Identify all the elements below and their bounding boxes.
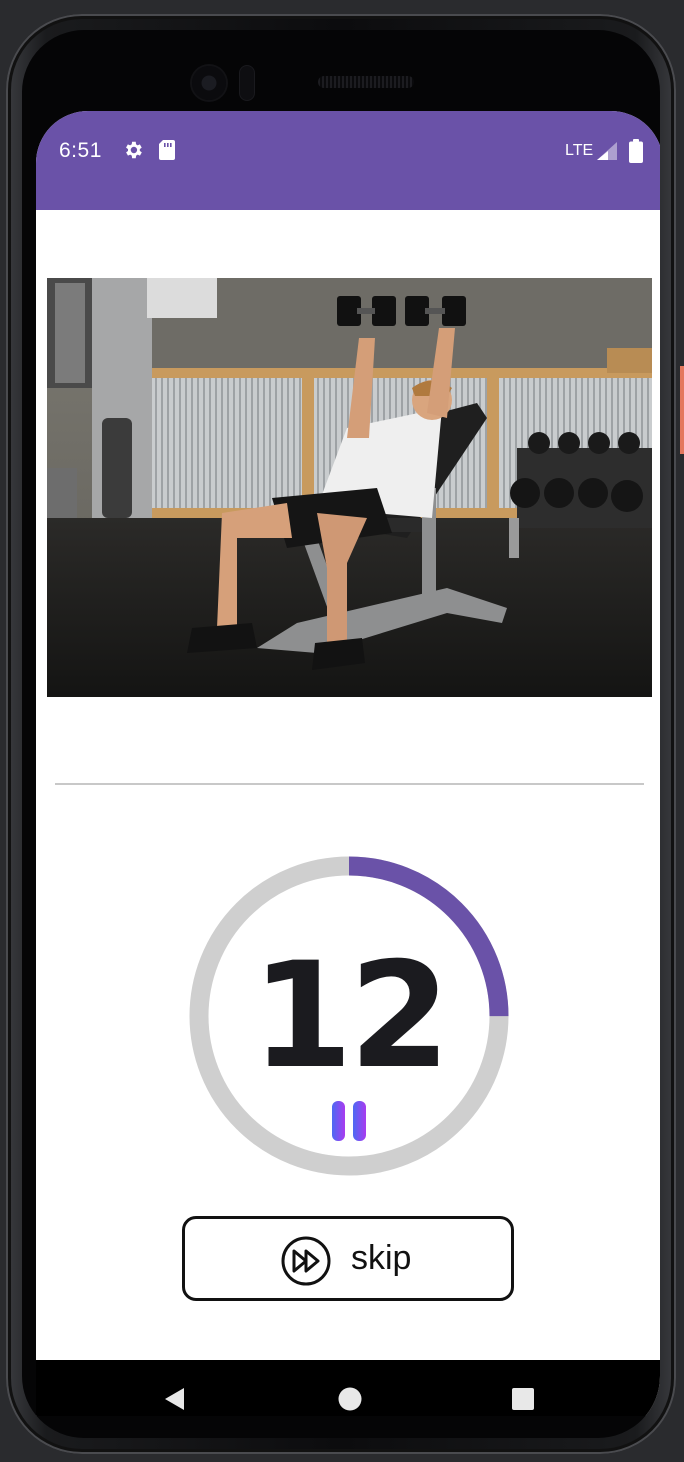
sd-card-icon xyxy=(158,139,176,166)
proximity-sensor xyxy=(240,66,254,100)
skip-button[interactable]: skip xyxy=(182,1216,514,1301)
phone-face: 6:51 LTE 12 skip xyxy=(22,30,660,1438)
exercise-image xyxy=(47,278,652,697)
skip-label: skip xyxy=(351,1239,412,1277)
status-time: 6:51 xyxy=(59,139,102,162)
signal-icon xyxy=(596,141,618,166)
divider xyxy=(55,783,644,785)
pause-button[interactable] xyxy=(329,1099,369,1143)
network-type: LTE xyxy=(565,142,594,159)
back-icon[interactable] xyxy=(162,1386,188,1416)
countdown-timer: 12 xyxy=(189,856,509,1176)
timer-seconds: 12 xyxy=(251,931,450,1101)
home-icon[interactable] xyxy=(337,1386,363,1416)
status-bar: 6:51 LTE xyxy=(36,111,660,210)
gear-icon xyxy=(122,139,144,166)
pause-icon xyxy=(332,1101,366,1141)
screen: 6:51 LTE 12 skip xyxy=(36,111,660,1416)
fast-forward-icon xyxy=(280,1235,332,1292)
battery-icon xyxy=(629,139,643,168)
earpiece-speaker xyxy=(318,76,414,88)
side-edge-marker xyxy=(680,366,684,454)
front-camera xyxy=(192,66,226,100)
exercise-screen: 12 skip xyxy=(36,210,660,1360)
recents-icon[interactable] xyxy=(510,1386,536,1416)
system-nav-bar xyxy=(36,1360,660,1416)
phone-frame: 6:51 LTE 12 skip xyxy=(6,14,676,1454)
